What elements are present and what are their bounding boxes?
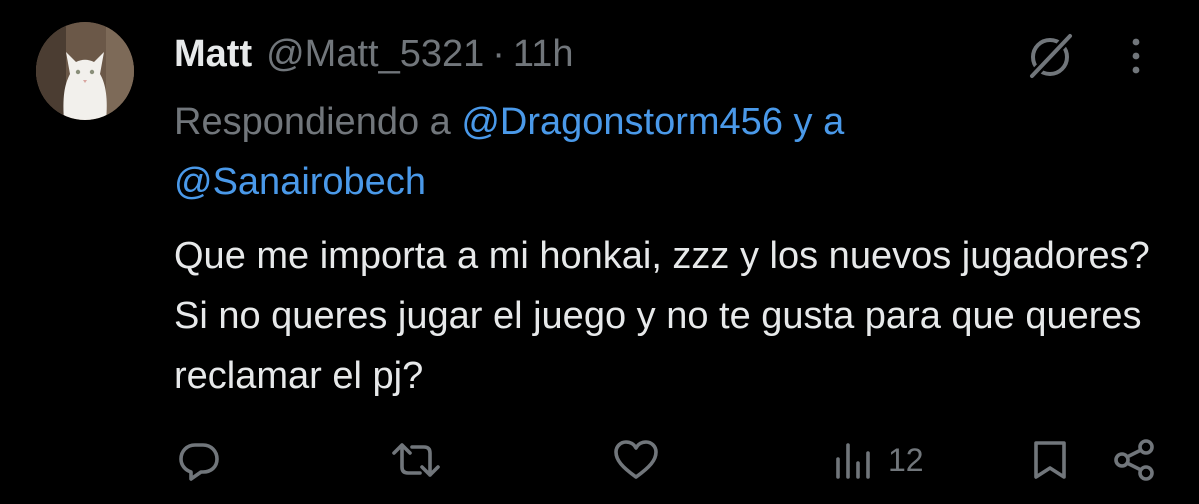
bookmark-icon [1034,441,1066,479]
author-name[interactable]: Matt [174,33,252,76]
author-handle[interactable]: @Matt_5321 [266,33,484,76]
tweet-time[interactable]: 11h [513,33,574,76]
heart-icon [614,440,658,479]
more-vertical-icon[interactable] [1118,30,1154,82]
grok-icon[interactable] [1024,30,1076,82]
mention-sanairobech[interactable]: @Sanairobech [174,161,426,203]
share-button[interactable] [1110,430,1158,490]
views-count: 12 [888,441,924,478]
replying-to: Respondiendo a @Dragonstorm456 y a @Sana… [174,92,1164,212]
white-cat-avatar-image [36,22,134,120]
tweet-header: Matt @Matt_5321 · 11h [174,28,574,80]
reply-icon [179,443,219,481]
reply-button[interactable] [176,430,222,490]
share-icon [1114,439,1154,481]
mention-dragonstorm456[interactable]: @Dragonstorm456 [461,101,783,143]
mention-joiner[interactable]: y a [794,101,845,143]
tweet-text: Que me importa a mi honkai, zzz y los nu… [174,235,1150,397]
analytics-icon [836,443,870,479]
replying-prefix: Respondiendo a [174,101,451,143]
like-button[interactable] [612,430,660,490]
bookmark-button[interactable] [1030,430,1070,490]
avatar[interactable] [36,22,134,120]
retweet-button[interactable] [390,430,442,490]
retweet-icon [392,443,440,477]
views-button[interactable]: 12 [834,430,924,490]
action-bar: 12 [0,430,1199,490]
separator-dot: · [492,32,505,75]
